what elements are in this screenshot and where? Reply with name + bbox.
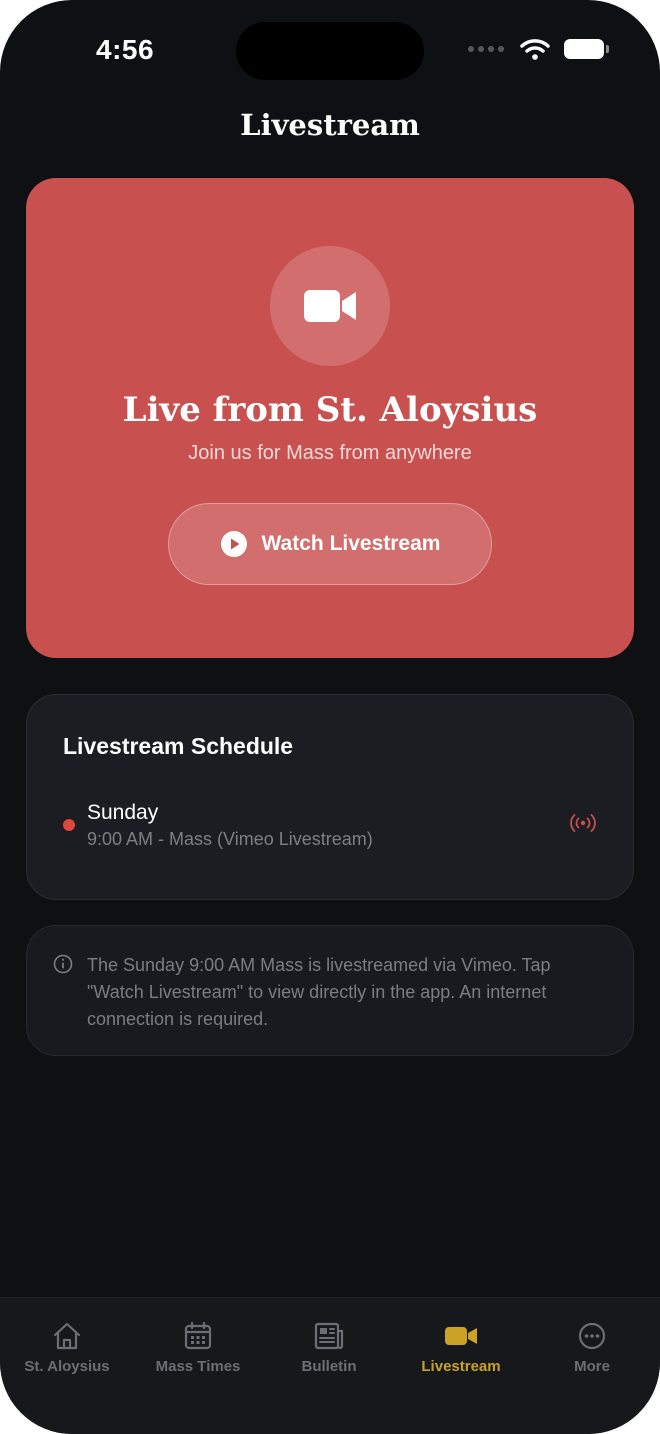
- tab-livestream[interactable]: Livestream: [396, 1320, 526, 1380]
- livestream-info-card: The Sunday 9:00 AM Mass is livestreamed …: [26, 925, 634, 1056]
- schedule-item: Sunday 9:00 AM - Mass (Vimeo Livestream): [61, 799, 601, 857]
- tab-label: Mass Times: [155, 1358, 241, 1375]
- tab-label: St. Aloysius: [24, 1358, 110, 1375]
- status-icons: [468, 38, 609, 60]
- tab-bulletin[interactable]: Bulletin: [264, 1320, 394, 1380]
- video-camera-icon: [445, 1327, 477, 1345]
- hero-subtitle: Join us for Mass from anywhere: [188, 442, 472, 464]
- status-time: 4:56: [96, 34, 155, 65]
- tab-label: Bulletin: [301, 1358, 357, 1375]
- calendar-icon: [184, 1321, 212, 1350]
- info-text: The Sunday 9:00 AM Mass is livestreamed …: [87, 955, 551, 1029]
- tab-label: More: [574, 1358, 610, 1375]
- phone-screen: 4:56 Livestream Live from St. Aloysius J…: [0, 0, 660, 1434]
- more-circle-icon: [578, 1322, 606, 1350]
- tab-bar: St. Aloysius Mass Times Bulletin Livestr…: [0, 1297, 660, 1434]
- play-circle-icon: [220, 531, 247, 557]
- livestream-hero-card: Live from St. Aloysius Join us for Mass …: [26, 178, 634, 658]
- tab-st-aloysius[interactable]: St. Aloysius: [2, 1320, 132, 1380]
- watch-livestream-label: Watch Livestream: [261, 532, 441, 555]
- info-circle-icon: [53, 954, 73, 974]
- dynamic-island: [236, 22, 424, 80]
- tab-mass-times[interactable]: Mass Times: [133, 1320, 263, 1380]
- wifi-icon: [520, 39, 550, 60]
- schedule-day: Sunday: [87, 801, 159, 824]
- battery-icon: [564, 39, 609, 59]
- broadcast-icon: [570, 814, 596, 832]
- tab-label: Livestream: [421, 1358, 501, 1375]
- livestream-schedule-card: Livestream Schedule Sunday 9:00 AM - Mas…: [26, 694, 634, 900]
- tab-more[interactable]: More: [527, 1320, 657, 1380]
- page-title: Livestream: [240, 108, 420, 142]
- watch-livestream-button[interactable]: Watch Livestream: [168, 503, 492, 585]
- newspaper-icon: [314, 1322, 344, 1350]
- cellular-signal-icon: [468, 46, 504, 52]
- schedule-title: Livestream Schedule: [63, 733, 294, 759]
- live-indicator-dot: [63, 819, 75, 831]
- home-icon: [53, 1322, 81, 1350]
- video-camera-icon: [270, 246, 390, 366]
- schedule-detail: 9:00 AM - Mass (Vimeo Livestream): [87, 829, 373, 849]
- hero-title: Live from St. Aloysius: [122, 390, 538, 430]
